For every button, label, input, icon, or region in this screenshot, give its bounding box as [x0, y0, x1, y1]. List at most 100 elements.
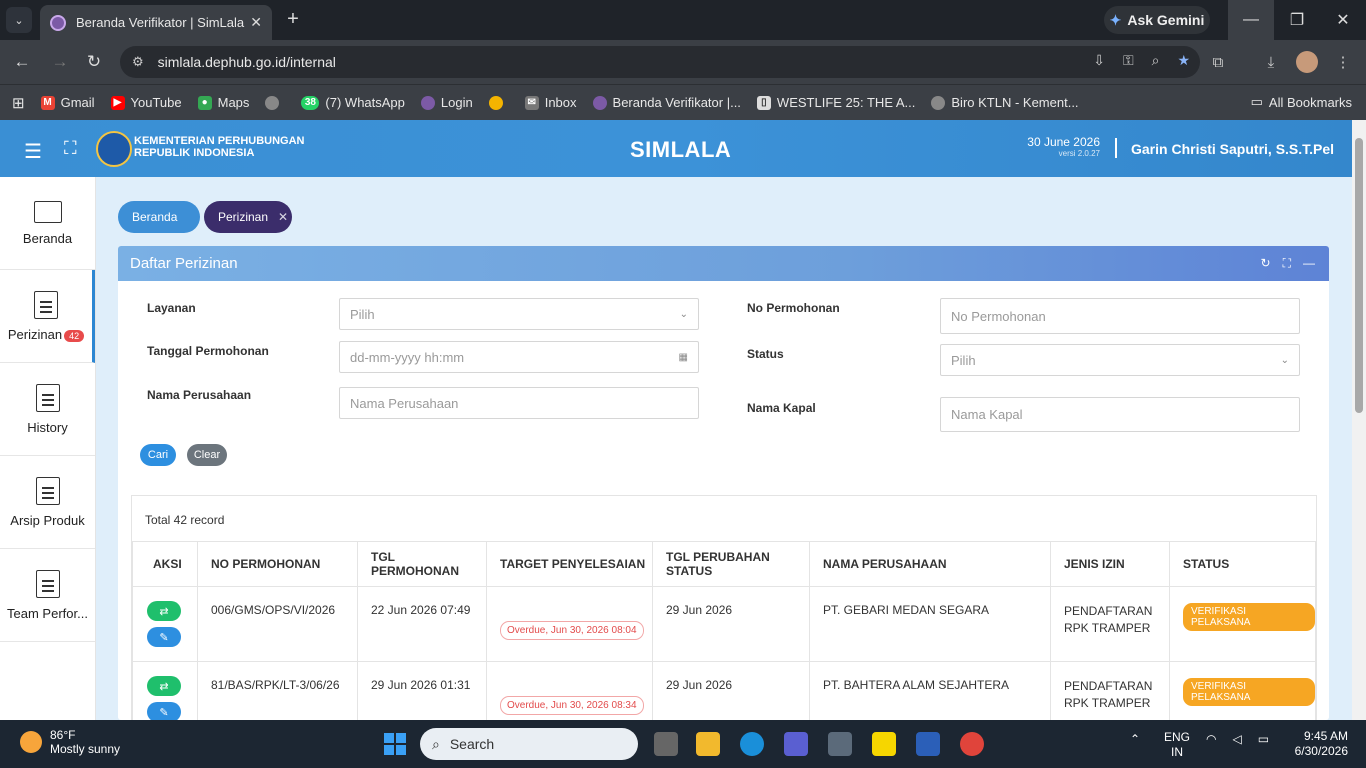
table-header-row: AKSI NO PERMOHONAN TGL PERMOHONAN TARGET…: [132, 541, 1316, 587]
battery-icon[interactable]: ▭: [1258, 732, 1269, 746]
tab-search-icon[interactable]: ⌄: [6, 7, 32, 33]
forward-icon[interactable]: →: [48, 50, 72, 74]
wifi-icon[interactable]: ◠: [1206, 732, 1216, 746]
chrome-icon[interactable]: [960, 732, 984, 756]
collapse-icon[interactable]: —: [1303, 256, 1315, 271]
page-scrollbar[interactable]: [1352, 120, 1366, 720]
perusahaan-input[interactable]: Nama Perusahaan: [339, 387, 699, 419]
profile-avatar[interactable]: [1295, 50, 1319, 74]
bookmark-westlife[interactable]: ▯ WESTLIFE 25: THE A...: [756, 95, 915, 110]
bookmark-star-icon[interactable]: ★: [1177, 52, 1190, 69]
bookmark-inbox[interactable]: ✉ Inbox: [524, 95, 577, 110]
scrollbar-thumb[interactable]: [1355, 138, 1363, 413]
all-bookmarks-button[interactable]: ▭ All Bookmarks: [1251, 94, 1352, 110]
tab-title: Beranda Verifikator | SimLala: [76, 15, 245, 30]
browser-tab[interactable]: Beranda Verifikator | SimLala ✕: [40, 5, 272, 40]
simlala-favicon: [50, 14, 66, 31]
minimize-icon[interactable]: —: [1228, 0, 1274, 40]
status-badge: VERIFIKASI PELAKSANA: [1183, 603, 1315, 631]
column-header[interactable]: AKSI: [132, 541, 198, 587]
tanggal-input[interactable]: dd-mm-yyyy hh:mm ▦: [339, 341, 699, 373]
sidebar-item-arsip-produk[interactable]: Arsip Produk: [0, 456, 95, 549]
ask-gemini-button[interactable]: ✦ Ask Gemini: [1104, 6, 1210, 34]
breadcrumb-perizinan[interactable]: Perizinan ✕: [204, 201, 292, 233]
bookmark-youtube[interactable]: ▶ YouTube: [110, 95, 182, 110]
task-view-icon[interactable]: [654, 732, 678, 756]
column-header[interactable]: TARGET PENYELESAIAN: [486, 541, 653, 587]
back-icon[interactable]: ←: [10, 50, 34, 74]
bookmark-pinwheel[interactable]: [488, 95, 509, 110]
whatsapp-icon: 38: [301, 95, 320, 110]
apps-grid-icon[interactable]: ⊞: [12, 94, 25, 112]
url-bar[interactable]: ⚙ simlala.dephub.go.id/internal ⇩ ⚿ ⌕ ★: [120, 46, 1200, 78]
new-tab-icon[interactable]: +: [282, 8, 304, 31]
edit-button[interactable]: ✎: [147, 702, 181, 722]
expand-icon[interactable]: ⛶: [1283, 256, 1291, 271]
column-header[interactable]: NO PERMOHONAN: [197, 541, 358, 587]
monitor-icon: [33, 200, 62, 223]
fullscreen-icon[interactable]: ⛶: [64, 138, 77, 159]
document-icon: [34, 290, 58, 319]
sidebar-item-history[interactable]: History: [0, 363, 95, 456]
bookmark-login[interactable]: Login: [420, 95, 473, 110]
app-icon[interactable]: [784, 732, 808, 756]
file-explorer-icon[interactable]: [696, 732, 720, 756]
breadcrumb-beranda[interactable]: Beranda: [118, 201, 200, 233]
edge-icon[interactable]: [740, 732, 764, 756]
extensions-icon[interactable]: ⧉: [1206, 50, 1230, 74]
chevron-up-icon[interactable]: ⌃: [1130, 732, 1140, 746]
column-header[interactable]: JENIS IZIN: [1050, 541, 1170, 587]
user-name[interactable]: Garin Christi Saputri, S.S.T.Pel: [1131, 141, 1334, 157]
taskbar-search[interactable]: ⌕ Search: [420, 728, 638, 760]
clock[interactable]: 9:45 AM 6/30/2026: [1290, 729, 1348, 759]
bookmark-biro-ktln[interactable]: Biro KTLN - Kement...: [931, 95, 1079, 110]
tanggal-label: Tanggal Permohonan: [147, 344, 269, 358]
close-crumb-icon[interactable]: ✕: [278, 210, 288, 224]
column-header[interactable]: TGL PERUBAHAN STATUS: [652, 541, 810, 587]
bookmark-gmail[interactable]: M Gmail: [40, 95, 95, 110]
volume-icon[interactable]: ◁: [1232, 732, 1241, 746]
restore-icon[interactable]: ❐: [1274, 0, 1320, 40]
table-row[interactable]: ⇄ ✎ 006/GMS/OPS/VI/2026 22 Jun 2026 07:4…: [132, 586, 1316, 662]
process-button[interactable]: ⇄: [147, 676, 181, 696]
layanan-select[interactable]: Pilih ⌄: [339, 298, 699, 330]
sticky-notes-icon[interactable]: [872, 732, 896, 756]
refresh-icon[interactable]: ↻: [1261, 256, 1271, 271]
password-key-icon[interactable]: ⚿: [1123, 52, 1134, 69]
column-header[interactable]: NAMA PERUSAHAAN: [809, 541, 1051, 587]
search-button[interactable]: Cari: [140, 444, 176, 466]
bookmark-whatsapp[interactable]: 38 (7) WhatsApp: [301, 95, 405, 110]
word-icon[interactable]: [916, 732, 940, 756]
column-header[interactable]: STATUS: [1169, 541, 1316, 587]
perizinan-count-badge: 42: [64, 329, 85, 342]
close-window-icon[interactable]: ✕: [1320, 0, 1366, 40]
language-indicator[interactable]: ENG IN: [1164, 730, 1190, 760]
zoom-icon[interactable]: ⌕: [1152, 52, 1160, 69]
site-info-icon[interactable]: ⚙: [132, 54, 144, 70]
hamburger-menu-icon[interactable]: ☰: [24, 139, 42, 164]
bookmark-maps[interactable]: ● Maps: [197, 95, 249, 110]
sidebar-item-perizinan[interactable]: Perizinan 42: [0, 270, 95, 363]
no-permohonan-input[interactable]: No Permohonan: [940, 298, 1300, 334]
edit-button[interactable]: ✎: [147, 627, 181, 647]
sidebar-item-team-performance[interactable]: Team Perfor...: [0, 549, 95, 642]
folder-icon: ▭: [1250, 94, 1263, 109]
bookmark-globe[interactable]: [265, 95, 285, 110]
sidebar-item-beranda[interactable]: Beranda: [0, 177, 95, 270]
weather-widget[interactable]: 86°F Mostly sunny: [20, 728, 120, 756]
close-tab-icon[interactable]: ✕: [250, 14, 262, 31]
sun-icon: [20, 731, 42, 753]
process-button[interactable]: ⇄: [147, 601, 181, 621]
reload-icon[interactable]: ↻: [82, 50, 106, 74]
menu-kebab-icon[interactable]: ⋮: [1331, 50, 1355, 74]
start-icon[interactable]: [384, 733, 406, 755]
kapal-input[interactable]: Nama Kapal: [940, 397, 1300, 432]
camera-icon[interactable]: [828, 732, 852, 756]
globe-icon: [931, 95, 946, 110]
status-select[interactable]: Pilih ⌄: [940, 344, 1300, 376]
install-app-icon[interactable]: ⇩: [1093, 52, 1105, 69]
clear-button[interactable]: Clear: [187, 444, 227, 466]
bookmark-beranda-verifikator[interactable]: Beranda Verifikator |...: [592, 95, 741, 110]
column-header[interactable]: TGL PERMOHONAN: [357, 541, 487, 587]
downloads-icon[interactable]: ⤓: [1259, 50, 1283, 74]
